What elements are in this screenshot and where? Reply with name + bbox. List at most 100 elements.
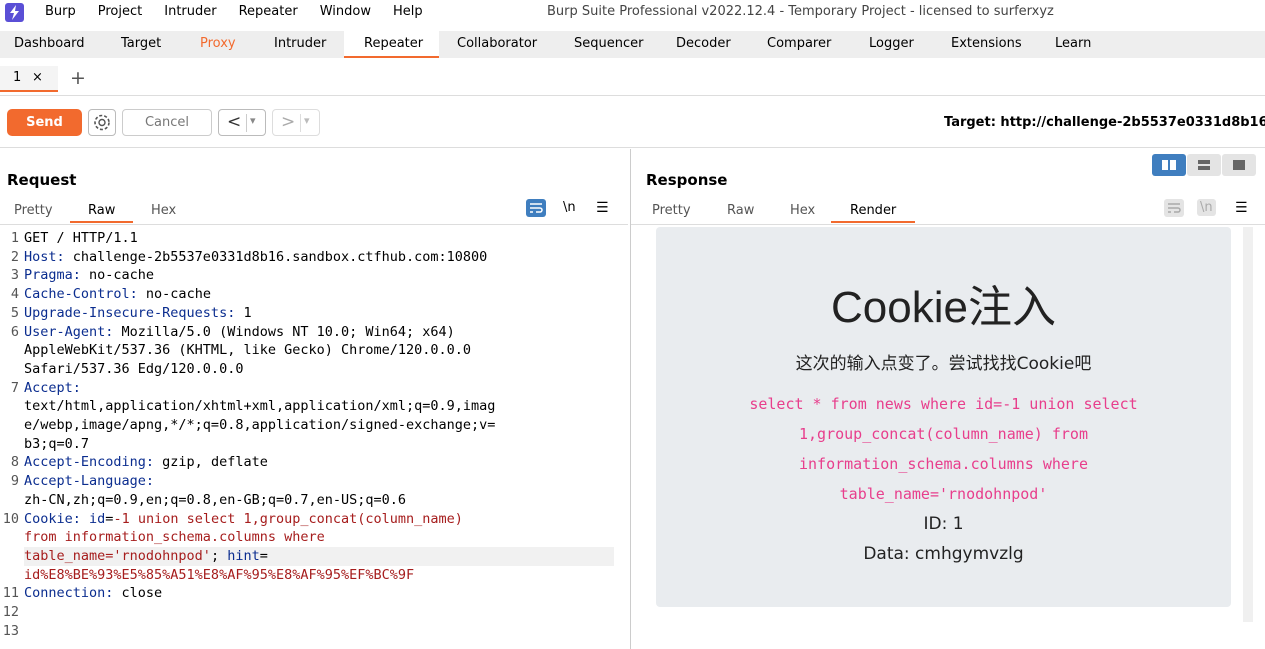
line-number [0,491,24,510]
request-line: AppleWebKit/537.36 (KHTML, like Gecko) C… [0,341,628,360]
request-line: 7 Accept: [0,379,628,398]
repeater-tab-1[interactable]: 1 × [0,66,58,92]
tab-proxy[interactable]: Proxy [200,36,236,51]
request-line: 11 Connection: close [0,584,628,603]
request-line: e/webp,image/apng,*/*;q=0.8,application/… [0,416,628,435]
response-tab-raw[interactable]: Raw [727,203,754,218]
tab-decoder[interactable]: Decoder [676,36,731,51]
response-pane: Response Pretty Raw Hex Render \n ☰ Cook… [630,149,1265,649]
request-line: 13 [0,622,628,641]
tab-sequencer[interactable]: Sequencer [574,36,643,51]
hamburger-menu-icon[interactable]: ☰ [596,200,609,216]
line-number: 13 [2,622,19,639]
line-number: 12 [2,604,19,621]
tab-intruder[interactable]: Intruder [274,36,326,51]
repeater-tab-label: 1 [13,70,22,85]
line-text: Safari/537.36 Edg/120.0.0.0 [24,360,244,377]
line-number [0,547,24,566]
request-tab-pretty[interactable]: Pretty [14,203,53,218]
line-number: 6 [10,323,19,340]
render-heading: Cookie注入 [831,283,1056,332]
request-line: 4 Cache-Control: no-cache [0,285,628,304]
show-newlines-icon[interactable]: \n [1197,199,1216,216]
vertical-scrollbar[interactable] [1243,227,1253,622]
response-tab-pretty[interactable]: Pretty [652,203,691,218]
request-pane: Request Pretty Raw Hex \n ☰ 1 GET / HTTP/… [0,149,628,649]
request-tab-hex[interactable]: Hex [151,203,176,218]
layout-toggle [1152,154,1257,176]
send-button[interactable]: Send [7,109,82,136]
line-text: Connection: close [24,585,163,602]
target-label[interactable]: Target: http://challenge-2b5537e0331d8b1… [944,115,1265,130]
layout-side-by-side-icon[interactable] [1152,154,1186,176]
tab-collaborator[interactable]: Collaborator [457,36,537,51]
request-tab-raw[interactable]: Raw [70,203,134,223]
line-text: GET / HTTP/1.1 [24,230,138,246]
cancel-button[interactable]: Cancel [122,109,212,136]
settings-button[interactable] [88,109,116,136]
line-number: 3 [10,267,19,284]
line-text: Host: challenge-2b5537e0331d8b16.sandbox… [24,248,488,265]
line-number: 11 [2,585,19,602]
request-line: text/html,application/xhtml+xml,applicat… [0,397,628,416]
word-wrap-icon[interactable] [526,199,546,217]
request-editor[interactable]: 1 GET / HTTP/1.1 2 Host: challenge-2b5537e… [0,229,628,640]
divider [0,224,628,225]
show-newlines-icon[interactable]: \n [563,200,576,215]
tab-logger[interactable]: Logger [869,36,914,51]
menu-window[interactable]: Window [320,4,371,19]
line-text: id%E8%BE%93%E5%85%A51%E8%AF%95%E8%AF%95%… [24,566,415,583]
response-tab-hex[interactable]: Hex [790,203,815,218]
tab-dashboard[interactable]: Dashboard [14,36,85,51]
menu-intruder[interactable]: Intruder [164,4,216,19]
main-tab-bar: Dashboard Target Proxy Intruder Repeater… [0,31,1265,58]
request-line: 10 Cookie: id=-1 union select 1,group_con… [0,510,628,529]
request-line: b3;q=0.7 [0,435,628,454]
line-number: 9 [10,473,19,490]
line-text: from information_schema.columns where [24,529,325,546]
request-line: 1 GET / HTTP/1.1 [0,229,628,248]
back-button[interactable]: < ▾ [218,109,266,136]
render-sql-query: select * from news where id=-1 union sel… [749,395,1138,503]
chevron-down-icon[interactable]: ▾ [246,114,256,132]
line-number: 2 [10,248,19,265]
menu-help[interactable]: Help [393,4,423,19]
chevron-down-icon[interactable]: ▾ [300,114,310,132]
tab-target[interactable]: Target [121,36,161,51]
render-subtitle: 这次的输入点变了。尝试找找Cookie吧 [795,354,1092,374]
layout-stacked-icon[interactable] [1187,154,1221,176]
tab-extensions[interactable]: Extensions [951,36,1022,51]
menu-burp[interactable]: Burp [45,4,76,19]
tab-repeater[interactable]: Repeater [364,36,423,51]
tab-learn[interactable]: Learn [1055,36,1091,51]
hamburger-menu-icon[interactable]: ☰ [1235,200,1248,216]
line-text: Cache-Control: no-cache [24,286,211,303]
request-line: 5 Upgrade-Insecure-Requests: 1 [0,304,628,323]
gear-icon [94,114,110,131]
line-text: Accept-Encoding: gzip, deflate [24,454,268,471]
menu-project[interactable]: Project [98,4,142,19]
line-text: b3;q=0.7 [24,435,90,452]
line-number: 5 [10,304,19,321]
close-icon[interactable]: × [32,70,43,85]
response-title: Response [646,171,728,189]
line-text: table_name='rnodohnpod'; hint= [24,546,614,566]
line-text [24,622,614,641]
line-number [0,360,24,379]
request-line: 3 Pragma: no-cache [0,266,628,285]
word-wrap-icon[interactable] [1164,199,1184,217]
layout-tabs-icon[interactable] [1222,154,1256,176]
request-line: 12 [0,603,628,622]
line-text: text/html,application/xhtml+xml,applicat… [24,398,496,415]
request-line: from information_schema.columns where [0,528,628,547]
menu-bar: Burp Project Intruder Repeater Window He… [0,0,1265,25]
line-number: 1 [10,230,19,246]
add-tab-icon[interactable]: + [70,67,86,89]
tab-comparer[interactable]: Comparer [767,36,831,51]
response-tab-render[interactable]: Render [831,203,916,223]
forward-button[interactable]: > ▾ [272,109,320,136]
divider [631,224,1265,225]
line-number [0,435,24,454]
menu-repeater[interactable]: Repeater [239,4,298,19]
line-number: 8 [10,454,19,471]
